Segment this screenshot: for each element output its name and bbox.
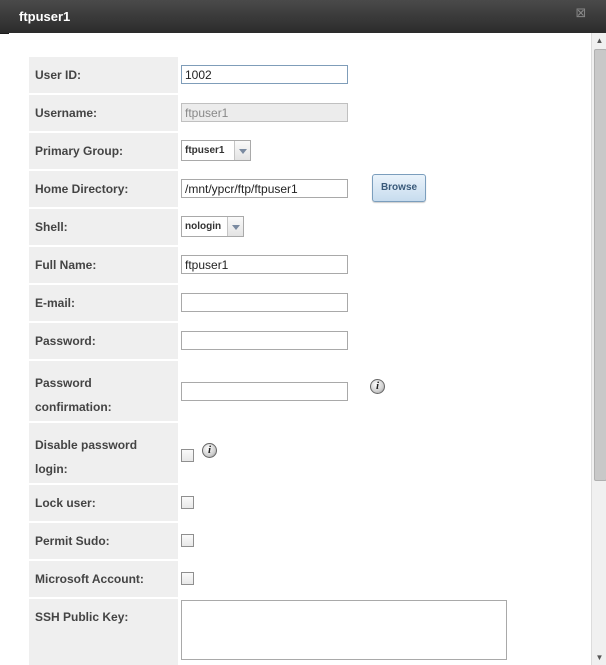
row-user-id: User ID: (29, 57, 589, 93)
home-directory-label: Home Directory: (29, 171, 178, 207)
lock-user-checkbox[interactable] (181, 496, 194, 509)
row-shell: Shell: nologin (29, 209, 589, 245)
email-field[interactable] (181, 293, 348, 312)
scroll-thumb[interactable] (594, 49, 606, 481)
shell-label: Shell: (29, 209, 178, 245)
ssh-public-key-label: SSH Public Key: (29, 599, 178, 665)
close-icon[interactable]: ⊠ (575, 6, 587, 19)
info-icon[interactable]: i (370, 379, 385, 394)
chevron-down-icon[interactable] (227, 217, 243, 236)
dialog-titlebar[interactable]: ftpuser1 ⊠ (0, 0, 606, 34)
row-home-directory: Home Directory: Browse (29, 171, 589, 207)
row-password: Password: (29, 323, 589, 359)
row-full-name: Full Name: (29, 247, 589, 283)
user-id-field[interactable] (181, 65, 348, 84)
row-permit-sudo: Permit Sudo: (29, 523, 589, 559)
full-name-label: Full Name: (29, 247, 178, 283)
primary-group-select[interactable]: ftpuser1 (181, 140, 251, 161)
password-confirmation-label: Password confirmation: (29, 361, 178, 421)
row-microsoft-account: Microsoft Account: (29, 561, 589, 597)
vertical-scrollbar[interactable]: ▲ ▼ (591, 33, 606, 665)
lock-user-label: Lock user: (29, 485, 178, 521)
form-content: User ID: Username: Primary Group: ftpuse… (9, 33, 591, 665)
permit-sudo-label: Permit Sudo: (29, 523, 178, 559)
row-primary-group: Primary Group: ftpuser1 (29, 133, 589, 169)
microsoft-account-label: Microsoft Account: (29, 561, 178, 597)
row-email: E-mail: (29, 285, 589, 321)
shell-value: nologin (185, 221, 222, 232)
microsoft-account-checkbox[interactable] (181, 572, 194, 585)
row-ssh-public-key: SSH Public Key: (29, 599, 589, 665)
disable-password-login-checkbox[interactable] (181, 449, 194, 462)
row-username: Username: (29, 95, 589, 131)
browse-button[interactable]: Browse (372, 174, 426, 202)
row-password-confirmation: Password confirmation: i (29, 361, 589, 421)
row-disable-password-login: Disable password login: i (29, 423, 589, 483)
password-field[interactable] (181, 331, 348, 350)
shell-select[interactable]: nologin (181, 216, 244, 237)
user-edit-dialog: ftpuser1 ⊠ User ID: Username: Primary Gr… (0, 0, 606, 665)
dialog-title: ftpuser1 (19, 9, 71, 24)
primary-group-value: ftpuser1 (185, 145, 225, 156)
primary-group-label: Primary Group: (29, 133, 178, 169)
username-label: Username: (29, 95, 178, 131)
password-confirmation-field[interactable] (181, 382, 348, 401)
scroll-down-icon[interactable]: ▼ (592, 650, 606, 665)
full-name-field[interactable] (181, 255, 348, 274)
password-label: Password: (29, 323, 178, 359)
username-field (181, 103, 348, 122)
disable-password-login-label: Disable password login: (29, 423, 178, 483)
user-id-label: User ID: (29, 57, 178, 93)
email-label: E-mail: (29, 285, 178, 321)
chevron-down-icon[interactable] (234, 141, 250, 160)
permit-sudo-checkbox[interactable] (181, 534, 194, 547)
scroll-up-icon[interactable]: ▲ (592, 33, 606, 48)
ssh-public-key-field[interactable] (181, 600, 507, 660)
row-lock-user: Lock user: (29, 485, 589, 521)
home-directory-field[interactable] (181, 179, 348, 198)
info-icon[interactable]: i (202, 443, 217, 458)
